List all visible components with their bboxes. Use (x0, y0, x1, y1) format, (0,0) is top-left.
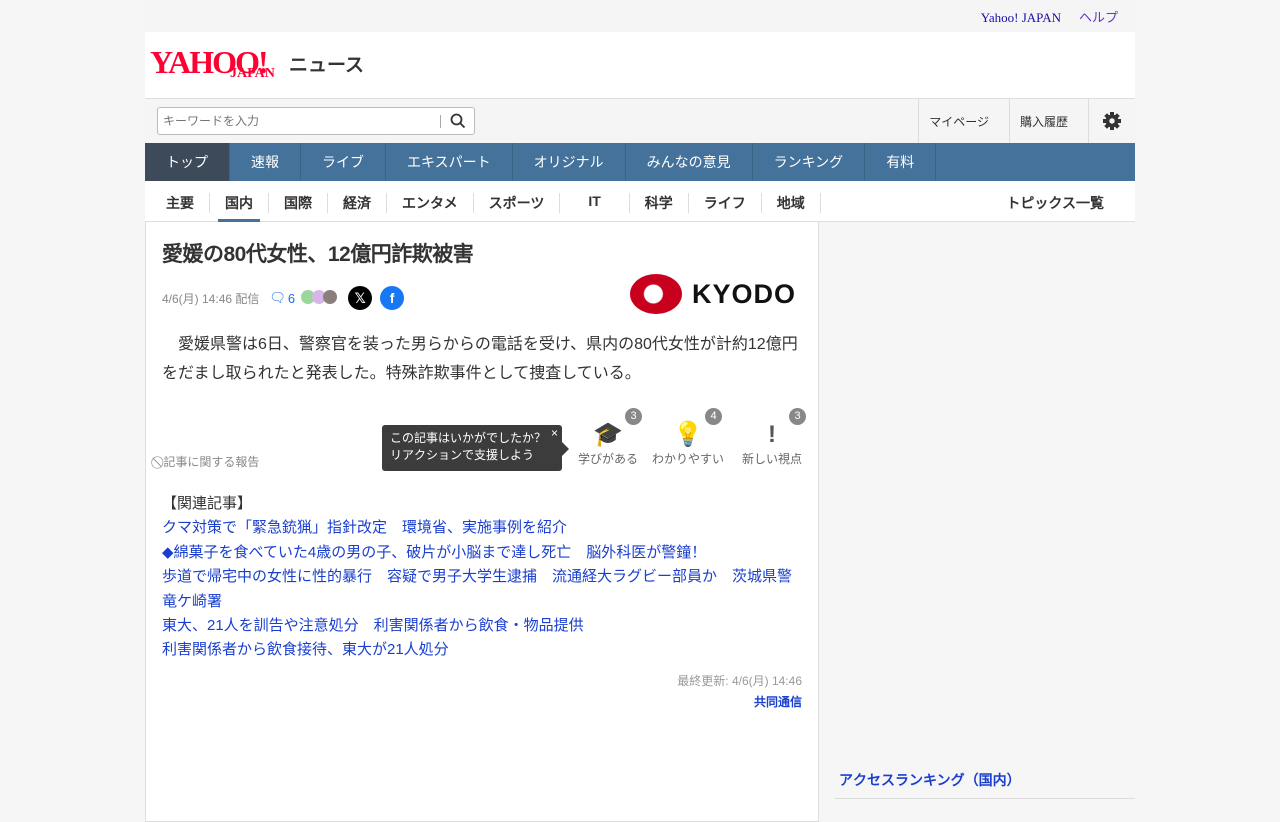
search-box (157, 107, 475, 135)
reaction-count: 3 (625, 408, 642, 425)
divider (440, 115, 441, 128)
comment-icon: 🗨 (269, 290, 286, 305)
tab-region[interactable]: 地域 (762, 193, 821, 213)
reaction-learn-button[interactable]: 3 🎓 学びがある (568, 408, 648, 467)
article-body: 愛媛県警は6日、警察官を装った男らからの電話を受け、県内の80代女性が計約12億… (162, 336, 798, 382)
tab-main[interactable]: 主要 (151, 193, 210, 213)
publish-date: 4/6(月) 14:46 配信 (162, 291, 260, 306)
japan-logo-text: JAPAN (230, 66, 275, 81)
access-ranking-title[interactable]: アクセスランキング（国内） (835, 762, 1135, 799)
article-title: 愛媛の80代女性、12億円詐欺被害 (162, 243, 474, 266)
reaction-label: わかりやすい (651, 452, 724, 466)
comments-link[interactable]: 🗨 6 (269, 290, 295, 306)
tab-international[interactable]: 国際 (269, 193, 328, 213)
reaction-tooltip: この記事はいかがでしたか？ リアクションで支援しよう × (382, 425, 569, 471)
tab-economy[interactable]: 経済 (328, 193, 387, 213)
related-link[interactable]: ◆綿菓子を食べていた4歳の男の子、破片が小脳まで達し死亡 脳外科医が警鐘！ (162, 541, 802, 565)
reaction-count: 3 (789, 408, 806, 425)
gear-icon[interactable] (1088, 99, 1135, 143)
article: 愛媛の80代女性、12億円詐欺被害 4/6(月) 14:46 配信 🗨 6 𝕏 f… (145, 222, 819, 822)
nav-breaking[interactable]: 速報 (230, 143, 301, 181)
tab-domestic[interactable]: 国内 (210, 193, 269, 223)
kyodo-logo[interactable]: KYODO (629, 274, 796, 314)
related-link[interactable]: 東大、21人を訓告や注意処分 利害関係者から飲食・物品提供 (162, 614, 802, 638)
reaction-label: 学びがある (577, 452, 638, 466)
topics-list-link[interactable]: トピックス一覧 (991, 193, 1119, 213)
nav-original[interactable]: オリジナル (513, 143, 626, 181)
reaction-label: 新しい視点 (741, 452, 802, 466)
related-articles: 【関連記事】 クマ対策で「緊急銃猟」指針改定 環境省、実施事例を紹介 ◆綿菓子を… (162, 492, 802, 663)
main-nav: トップ 速報 ライブ エキスパート オリジナル みんなの意見 ランキング 有料 (145, 143, 1135, 181)
comment-count: 6 (287, 290, 296, 306)
nav-live[interactable]: ライブ (301, 143, 386, 181)
nav-paid[interactable]: 有料 (865, 143, 937, 181)
category-nav: 主要 国内 国際 経済 エンタメ スポーツ IT 科学 ライフ 地域 トピックス… (145, 181, 1135, 223)
close-icon[interactable]: × (551, 425, 558, 442)
tab-it[interactable]: IT (560, 193, 630, 213)
report-link[interactable]: ⃠ 記事に関する報告 (160, 453, 259, 470)
nav-expert[interactable]: エキスパート (386, 143, 513, 181)
related-heading: 【関連記事】 (162, 495, 253, 512)
help-link[interactable]: ヘルプ (1079, 10, 1118, 25)
emoji-icon (323, 289, 338, 304)
source-link[interactable]: 共同通信 (754, 693, 802, 710)
related-link[interactable]: 利害関係者から飲食接待、東大が21人処分 (162, 638, 802, 662)
facebook-share-icon[interactable]: f (380, 286, 405, 310)
news-logo-text: ニュース (289, 55, 365, 76)
related-link[interactable]: 歩道で帰宅中の女性に性的暴行 容疑で男子大学生逮捕 流通経大ラグビー部員か 茨城… (162, 565, 802, 614)
reaction-emojis (301, 289, 338, 307)
reaction-new-view-button[interactable]: 3! 新しい視点 (732, 408, 812, 467)
tooltip-line: リアクションで支援しよう (390, 448, 535, 462)
search-bar: マイページ 購入履歴 (145, 99, 1135, 143)
reaction-clear-button[interactable]: 4 💡 わかりやすい (648, 408, 728, 467)
top-utility-bar: Yahoo! JAPAN ヘルプ (145, 0, 1135, 32)
nav-opinions[interactable]: みんなの意見 (626, 143, 753, 181)
tab-life[interactable]: ライフ (689, 193, 762, 213)
mypage-link[interactable]: マイページ (918, 99, 1009, 143)
related-link[interactable]: クマ対策で「緊急銃猟」指針改定 環境省、実施事例を紹介 (162, 516, 802, 540)
reaction-count: 4 (705, 408, 722, 425)
last-updated: 最終更新: 4/6(月) 14:46 (677, 674, 802, 688)
tooltip-line: この記事はいかがでしたか？ (390, 431, 547, 445)
tab-sports[interactable]: スポーツ (474, 193, 561, 213)
purchase-history-link[interactable]: 購入履歴 (1008, 99, 1088, 143)
nav-top[interactable]: トップ (145, 143, 230, 181)
x-share-icon[interactable]: 𝕏 (348, 286, 373, 310)
nav-ranking[interactable]: ランキング (753, 143, 866, 181)
report-label: 記事に関する報告 (163, 455, 260, 469)
yahoo-japan-link[interactable]: Yahoo! JAPAN (981, 10, 1061, 25)
kyodo-logo-text: KYODO (691, 278, 796, 309)
site-logo[interactable]: YAHOO! JAPAN ニュース (145, 32, 1135, 99)
tab-entertainment[interactable]: エンタメ (387, 193, 474, 213)
search-icon[interactable] (450, 113, 466, 134)
search-input[interactable] (158, 108, 428, 134)
tab-science[interactable]: 科学 (630, 193, 689, 213)
